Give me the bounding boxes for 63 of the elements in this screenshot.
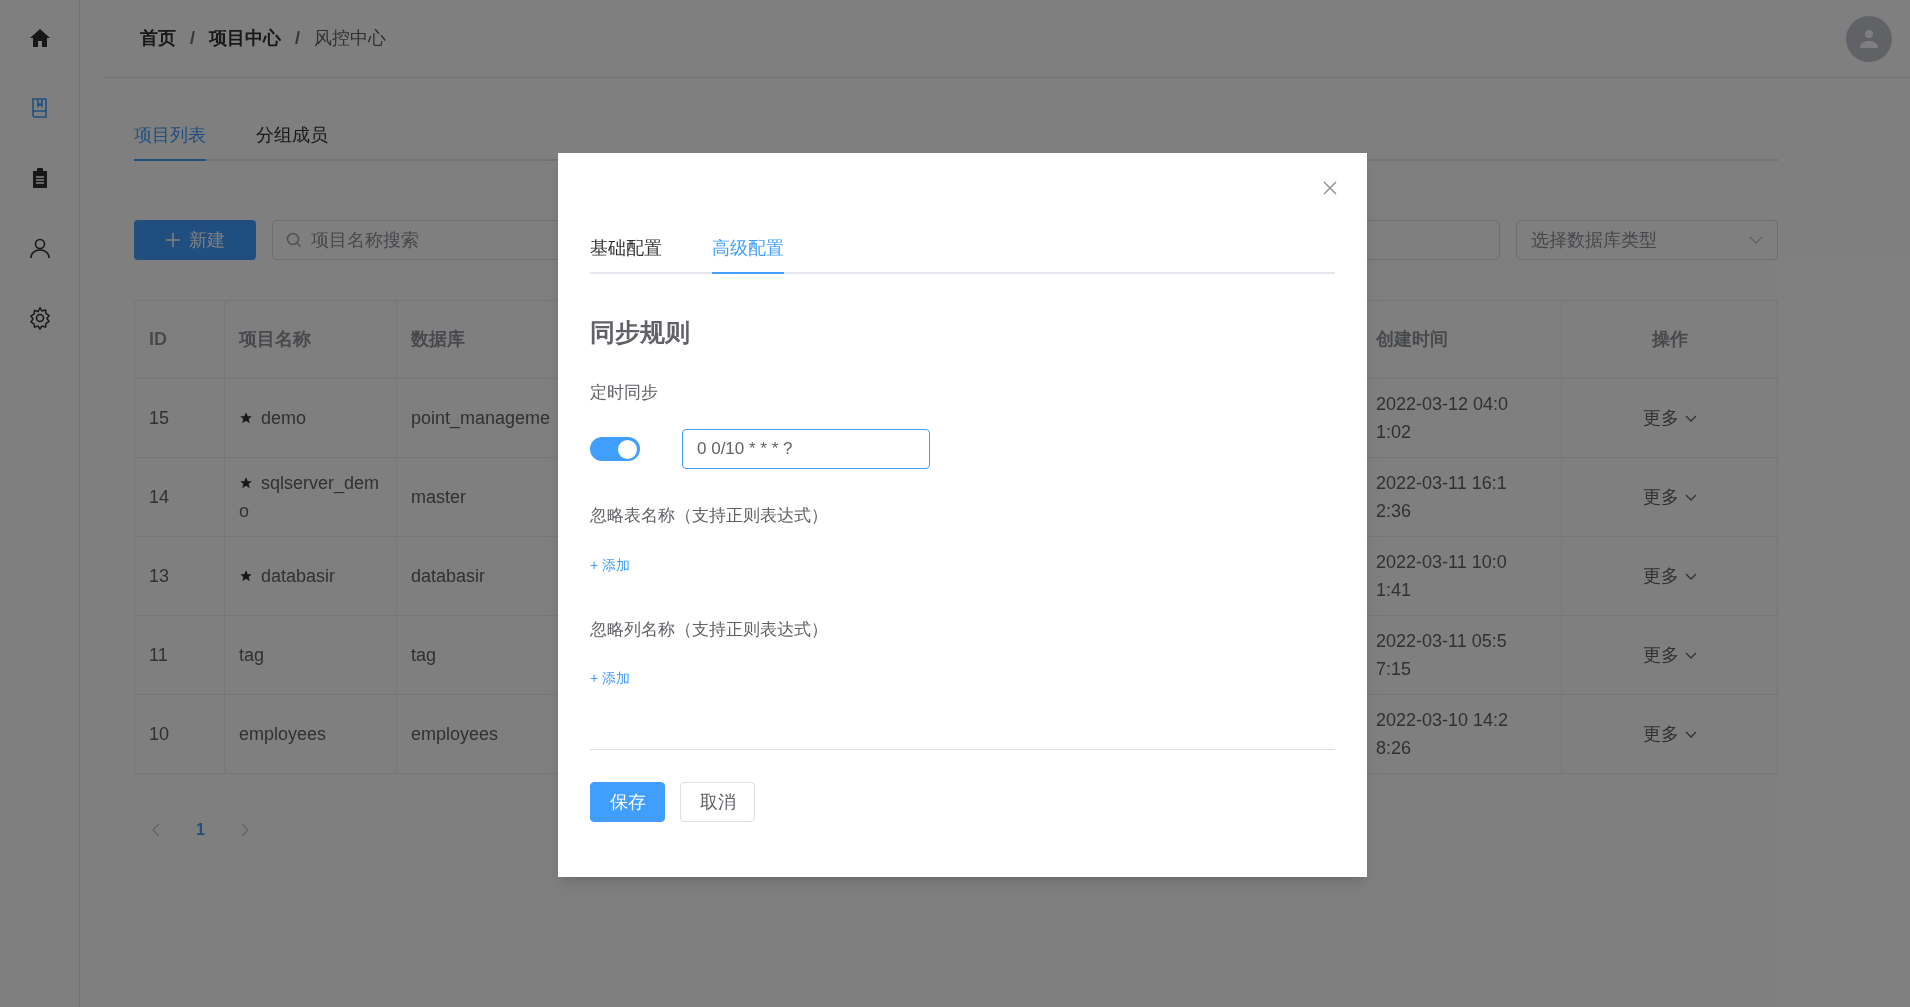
add-link[interactable]: + 添加 <box>590 668 631 689</box>
more-dropdown[interactable]: 更多 <box>1642 641 1697 669</box>
settings-icon <box>27 306 52 330</box>
tab[interactable]: 项目列表 <box>134 122 206 161</box>
table-cell: 15 <box>149 407 170 428</box>
table-cell-text: 2022-03-11 16:12:36 <box>1376 472 1508 523</box>
table-cell-text: 2022-03-11 10:01:41 <box>1376 551 1508 602</box>
more-dropdown[interactable]: 更多 <box>1642 483 1697 511</box>
table-cell: 13 <box>149 565 170 586</box>
table-cell: employees <box>239 724 327 744</box>
sidebar-item[interactable] <box>27 306 52 330</box>
tab[interactable]: 高级配置 <box>712 235 784 274</box>
chevron-down-icon <box>1749 236 1763 244</box>
table-cell: point_manageme <box>411 407 551 428</box>
user-icon <box>27 236 52 260</box>
table-cell: databasir <box>261 566 336 586</box>
table-cell: demo <box>261 408 307 428</box>
section-heading: 同步规则 <box>590 317 691 348</box>
search-icon <box>286 232 302 248</box>
table-cell: databasir <box>411 565 486 586</box>
table-cell: 10 <box>149 723 170 744</box>
field-label: 忽略列名称（支持正则表达式） <box>590 618 829 641</box>
plus-icon <box>165 232 181 248</box>
tab[interactable]: 基础配置 <box>590 235 662 274</box>
chevron-down-icon <box>1684 414 1697 422</box>
more-dropdown[interactable]: 更多 <box>1642 720 1697 748</box>
breadcrumb-item[interactable]: 首页 <box>140 25 176 52</box>
chevron-down-icon <box>1684 572 1697 580</box>
toggle-switch[interactable] <box>590 437 640 461</box>
breadcrumb-item[interactable]: 项目中心 <box>209 25 281 52</box>
breadcrumb-separator: / <box>190 27 195 50</box>
table-cell-text: 2022-03-11 05:57:15 <box>1376 630 1508 681</box>
chevron-down-icon <box>1684 651 1697 659</box>
table-cell: master <box>411 486 466 507</box>
more-dropdown[interactable]: 更多 <box>1642 404 1697 432</box>
table-cell: employees <box>411 723 499 744</box>
save-button[interactable]: 保存 <box>590 782 665 822</box>
more-dropdown[interactable]: 更多 <box>1642 562 1697 590</box>
table-cell: sqlserver_demo <box>239 473 380 521</box>
cancel-button[interactable]: 取消 <box>680 782 755 822</box>
breadcrumb-separator: / <box>295 27 301 50</box>
breadcrumb-item: 风控中心 <box>314 27 387 50</box>
sidebar-item[interactable] <box>27 236 52 260</box>
page-number[interactable]: 1 <box>196 818 205 842</box>
database-type-select[interactable]: 选择数据库类型 <box>1516 220 1778 260</box>
chevron-down-icon <box>1684 493 1697 501</box>
tab[interactable]: 分组成员 <box>256 122 328 161</box>
new-button[interactable]: 新建 <box>134 220 256 260</box>
cron-input[interactable]: 0 0/10 * * * ? <box>682 429 930 469</box>
field-label: 定时同步 <box>590 381 659 404</box>
table-cell: tag <box>239 645 265 665</box>
previous-page-button[interactable] <box>152 823 160 837</box>
table-cell: 14 <box>149 486 170 507</box>
close-button[interactable] <box>1321 179 1339 197</box>
chevron-down-icon <box>1684 730 1697 738</box>
table-cell-text: 2022-03-12 04:01:02 <box>1376 393 1510 444</box>
avatar[interactable] <box>1846 15 1892 62</box>
table-cell: 11 <box>149 644 168 665</box>
table-cell: tag <box>411 644 437 665</box>
next-page-button[interactable] <box>240 823 249 837</box>
add-link[interactable]: + 添加 <box>590 554 631 576</box>
field-label: 忽略表名称（支持正则表达式） <box>590 505 829 527</box>
table-cell-text: 2022-03-10 14:28:26 <box>1376 709 1510 760</box>
